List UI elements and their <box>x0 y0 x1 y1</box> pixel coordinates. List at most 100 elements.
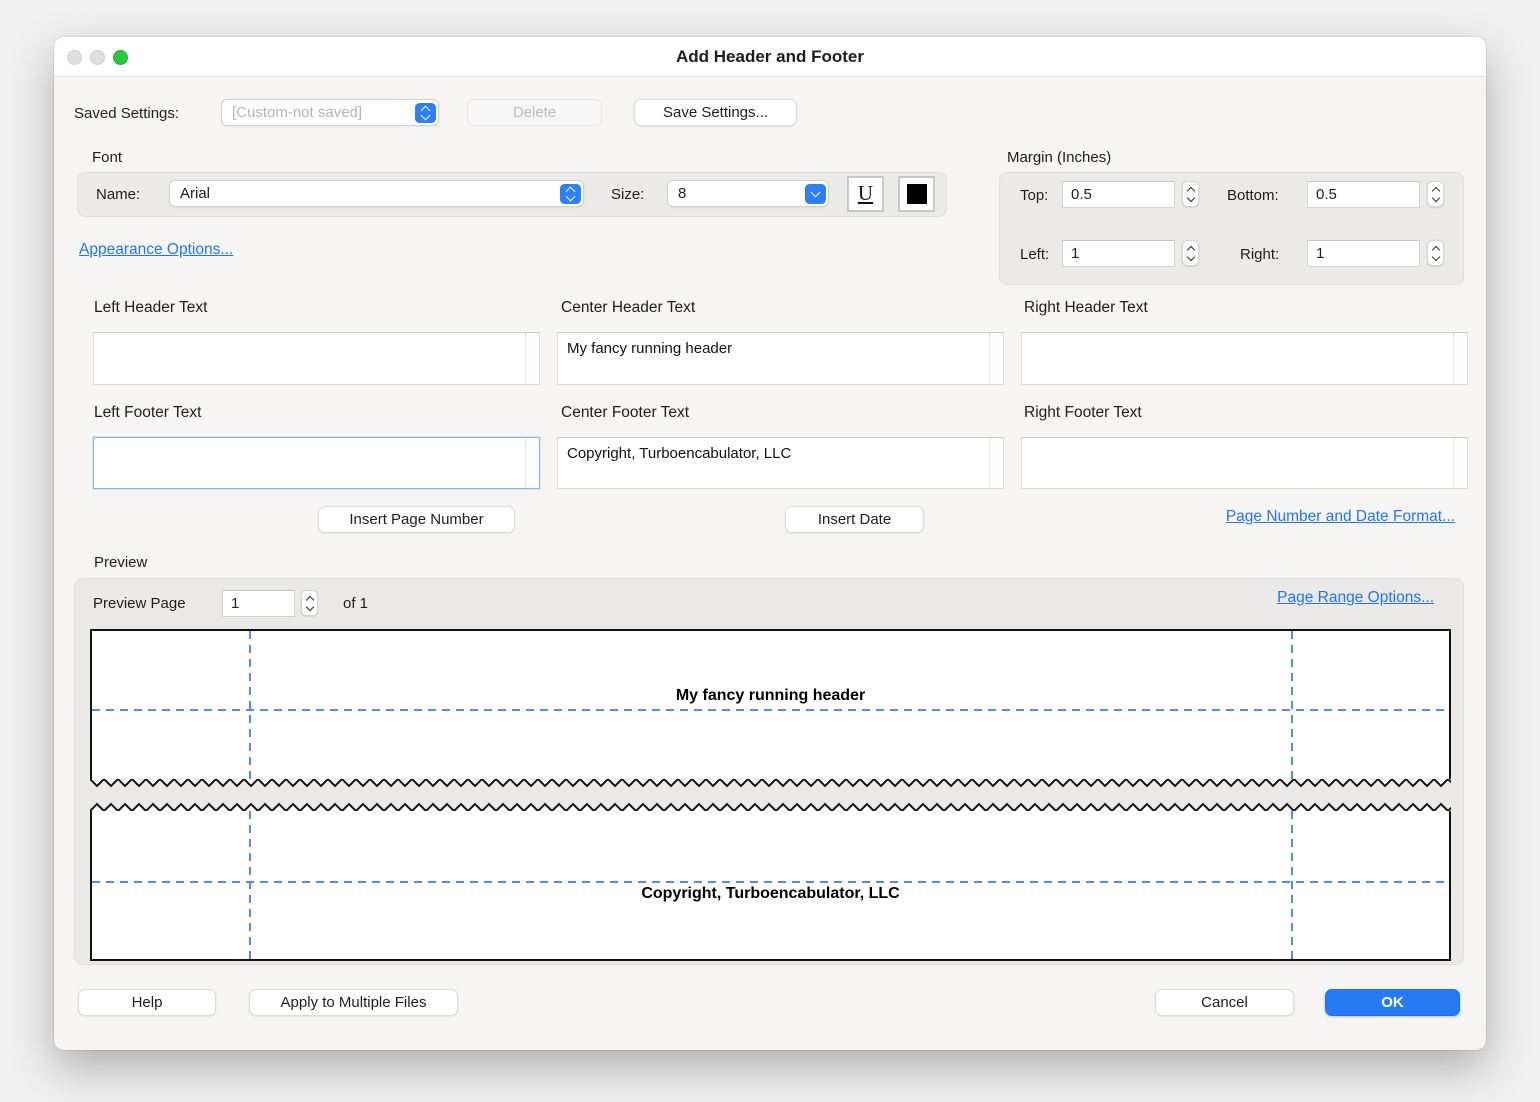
margin-left-label: Left: <box>1020 246 1049 263</box>
appearance-options-link[interactable]: Appearance Options... <box>79 241 233 259</box>
insert-date-button[interactable]: Insert Date <box>785 506 924 533</box>
left-footer-label: Left Footer Text <box>94 404 201 422</box>
underline-button-label: U <box>858 183 873 206</box>
right-margin-guide <box>1291 631 1293 779</box>
minimize-window-button <box>90 50 105 65</box>
scrollbar-track[interactable] <box>989 333 1003 384</box>
margin-left-field[interactable] <box>1062 240 1175 267</box>
margin-right-stepper[interactable] <box>1427 240 1444 266</box>
page-number-date-format-link[interactable]: Page Number and Date Format... <box>1226 508 1455 526</box>
combo-arrow-icon <box>805 184 826 204</box>
scrollbar-track[interactable] <box>525 438 539 488</box>
page-preview: My fancy running header Copyright, Turbo… <box>90 629 1451 961</box>
ok-button[interactable]: OK <box>1325 989 1460 1016</box>
left-margin-guide <box>249 631 251 779</box>
preview-page-input[interactable] <box>231 595 294 612</box>
font-name-label: Name: <box>96 186 140 203</box>
insert-date-label: Insert Date <box>818 511 891 528</box>
saved-settings-label: Saved Settings: <box>74 105 179 122</box>
left-footer-textarea[interactable] <box>94 438 525 488</box>
center-footer-textarea[interactable]: Copyright, Turboencabulator, LLC <box>558 438 989 488</box>
center-header-textarea[interactable]: My fancy running header <box>558 333 989 384</box>
zoom-window-button[interactable] <box>113 50 128 65</box>
save-settings-button[interactable]: Save Settings... <box>634 99 797 126</box>
traffic-lights <box>67 37 128 77</box>
font-size-value: 8 <box>678 185 686 202</box>
help-button-label: Help <box>132 994 163 1011</box>
popup-arrows-icon <box>415 103 436 123</box>
font-name-dropdown[interactable]: Arial <box>169 180 584 207</box>
dialog-title: Add Header and Footer <box>676 47 864 67</box>
footer-margin-guide <box>92 881 1449 883</box>
preview-footer-text: Copyright, Turboencabulator, LLC <box>92 885 1449 903</box>
right-footer-textarea[interactable] <box>1022 438 1453 488</box>
popup-arrows-icon <box>560 184 581 204</box>
page-range-options-link[interactable]: Page Range Options... <box>1277 589 1434 607</box>
font-size-combo[interactable]: 8 <box>667 180 829 207</box>
left-header-field[interactable] <box>93 332 540 385</box>
insert-page-number-button[interactable]: Insert Page Number <box>318 506 515 533</box>
preview-header-text: My fancy running header <box>92 687 1449 705</box>
left-footer-field[interactable] <box>93 437 540 489</box>
left-header-label: Left Header Text <box>94 299 207 317</box>
font-color-button[interactable] <box>898 176 935 212</box>
preview-page-field[interactable] <box>222 590 295 617</box>
apply-to-multiple-files-button[interactable]: Apply to Multiple Files <box>249 989 458 1016</box>
font-size-label: Size: <box>611 186 644 203</box>
preview-page-total: of 1 <box>343 595 368 612</box>
scrollbar-track[interactable] <box>1453 333 1467 384</box>
center-footer-field[interactable]: Copyright, Turboencabulator, LLC <box>557 437 1004 489</box>
preview-page-stepper[interactable] <box>301 590 318 616</box>
delete-button-label: Delete <box>513 104 556 121</box>
underline-button[interactable]: U <box>847 176 884 212</box>
margin-right-field[interactable] <box>1307 240 1420 267</box>
insert-page-number-label: Insert Page Number <box>349 511 483 528</box>
preview-panel: Preview Page of 1 Page Range Options... … <box>74 578 1464 965</box>
center-footer-label: Center Footer Text <box>561 404 689 422</box>
margin-bottom-stepper[interactable] <box>1427 181 1444 207</box>
margin-top-label: Top: <box>1020 187 1048 204</box>
center-header-field[interactable]: My fancy running header <box>557 332 1004 385</box>
color-swatch-icon <box>907 184 927 204</box>
dialog-window: Add Header and Footer Saved Settings: [C… <box>54 37 1486 1050</box>
font-name-value: Arial <box>180 185 210 202</box>
margin-top-input[interactable] <box>1071 186 1174 203</box>
saved-settings-dropdown[interactable]: [Custom-not saved] <box>221 99 439 126</box>
left-header-textarea[interactable] <box>94 333 525 384</box>
right-header-textarea[interactable] <box>1022 333 1453 384</box>
margin-left-stepper[interactable] <box>1182 240 1199 266</box>
margin-top-stepper[interactable] <box>1182 181 1199 207</box>
margin-right-label: Right: <box>1240 246 1279 263</box>
center-header-label: Center Header Text <box>561 299 695 317</box>
cancel-button-label: Cancel <box>1201 994 1248 1011</box>
margin-top-field[interactable] <box>1062 181 1175 208</box>
margin-bottom-input[interactable] <box>1316 186 1419 203</box>
right-header-label: Right Header Text <box>1024 299 1148 317</box>
title-bar: Add Header and Footer <box>54 37 1486 77</box>
margin-bottom-field[interactable] <box>1307 181 1420 208</box>
scrollbar-track[interactable] <box>989 438 1003 488</box>
scrollbar-track[interactable] <box>525 333 539 384</box>
ok-button-label: OK <box>1381 994 1404 1011</box>
margin-section-label: Margin (Inches) <box>1007 149 1111 166</box>
preview-page-label: Preview Page <box>93 595 186 612</box>
close-window-button <box>67 50 82 65</box>
apply-to-multiple-files-label: Apply to Multiple Files <box>281 994 427 1011</box>
help-button[interactable]: Help <box>78 989 216 1016</box>
page-preview-bottom-fragment: Copyright, Turboencabulator, LLC <box>90 811 1451 961</box>
torn-edge-top <box>90 779 1451 790</box>
cancel-button[interactable]: Cancel <box>1155 989 1294 1016</box>
delete-button: Delete <box>467 99 602 126</box>
right-header-field[interactable] <box>1021 332 1468 385</box>
preview-section-label: Preview <box>94 554 147 571</box>
margin-left-input[interactable] <box>1071 245 1174 262</box>
margin-bottom-label: Bottom: <box>1227 187 1279 204</box>
font-section-label: Font <box>92 149 122 166</box>
right-footer-label: Right Footer Text <box>1024 404 1142 422</box>
right-footer-field[interactable] <box>1021 437 1468 489</box>
saved-settings-value: [Custom-not saved] <box>232 104 362 121</box>
page-preview-top-fragment: My fancy running header <box>90 629 1451 779</box>
scrollbar-track[interactable] <box>1453 438 1467 488</box>
save-settings-button-label: Save Settings... <box>663 104 768 121</box>
margin-right-input[interactable] <box>1316 245 1419 262</box>
